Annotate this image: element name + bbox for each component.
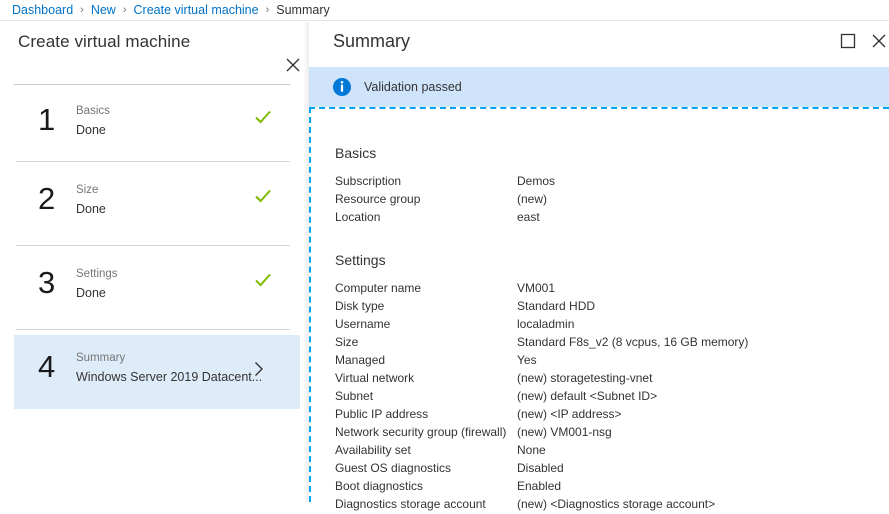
step-label: Summary <box>76 352 125 364</box>
step-status: Windows Server 2019 Datacent... <box>76 370 262 384</box>
create-vm-blade: Create virtual machine 1 Basics Done 2 Size D… <box>0 22 308 502</box>
breadcrumb-separator: › <box>80 4 84 16</box>
info-icon <box>333 78 351 96</box>
row-value: VM001 <box>517 281 555 295</box>
wizard-step-basics[interactable]: 1 Basics Done <box>14 88 300 162</box>
page-title: Summary <box>333 31 410 52</box>
row-value: (new) storagetesting-vnet <box>517 371 652 385</box>
summary-row: Location east <box>335 210 880 227</box>
row-label: Diagnostics storage account <box>335 497 486 511</box>
row-value: (new) default <Subnet ID> <box>517 389 657 403</box>
row-label: Boot diagnostics <box>335 479 423 493</box>
check-icon <box>254 271 272 289</box>
row-value: Standard HDD <box>517 299 595 313</box>
breadcrumb-separator: › <box>266 4 270 16</box>
summary-row: Username localadmin <box>335 317 880 334</box>
section-heading-basics: Basics <box>335 145 376 161</box>
summary-row: Public IP address (new) <IP address> <box>335 407 880 424</box>
row-value: Standard F8s_v2 (8 vcpus, 16 GB memory) <box>517 335 748 349</box>
breadcrumb: Dashboard › New › Create virtual machine › Sum… <box>0 0 889 21</box>
summary-content: Basics Subscription Demos Resource group (ne… <box>309 107 889 502</box>
summary-row: Resource group (new) <box>335 192 880 209</box>
step-number: 3 <box>38 265 55 301</box>
breadcrumb-item-dashboard[interactable]: Dashboard <box>12 3 73 17</box>
summary-blade: Summary Validation passed Basics Subscrip… <box>309 22 889 502</box>
close-icon[interactable] <box>283 55 303 75</box>
row-value: Enabled <box>517 479 561 493</box>
row-value: (new) <box>517 192 547 206</box>
summary-row: Virtual network (new) storagetesting-vnet <box>335 371 880 388</box>
row-label: Username <box>335 317 390 331</box>
row-label: Subnet <box>335 389 373 403</box>
step-number: 1 <box>38 102 55 138</box>
step-status: Done <box>76 202 106 216</box>
row-value: None <box>517 443 546 457</box>
validation-banner: Validation passed <box>309 67 889 107</box>
row-value: Disabled <box>517 461 564 475</box>
row-label: Disk type <box>335 299 384 313</box>
step-label: Basics <box>76 105 110 117</box>
step-divider <box>16 161 290 162</box>
row-value: Yes <box>517 353 537 367</box>
breadcrumb-item-new[interactable]: New <box>91 3 116 17</box>
check-icon <box>254 108 272 126</box>
summary-row: Subnet (new) default <Subnet ID> <box>335 389 880 406</box>
close-icon[interactable] <box>869 31 889 51</box>
row-label: Public IP address <box>335 407 428 421</box>
row-label: Location <box>335 210 380 224</box>
check-icon <box>254 187 272 205</box>
row-value: (new) <IP address> <box>517 407 622 421</box>
chevron-right-icon <box>254 361 264 381</box>
row-label: Resource group <box>335 192 420 206</box>
row-value: (new) <Diagnostics storage account> <box>517 497 715 511</box>
breadcrumb-item-create-virtual-machine[interactable]: Create virtual machine <box>134 3 259 17</box>
step-number: 4 <box>38 349 55 385</box>
row-label: Managed <box>335 353 385 367</box>
summary-row: Subscription Demos <box>335 174 880 191</box>
step-divider <box>16 245 290 246</box>
breadcrumb-separator: › <box>123 4 127 16</box>
summary-row: Disk type Standard HDD <box>335 299 880 316</box>
summary-row: Diagnostics storage account (new) <Diagno… <box>335 497 880 514</box>
summary-row: Boot diagnostics Enabled <box>335 479 880 496</box>
step-status: Done <box>76 286 106 300</box>
blade-title: Create virtual machine <box>18 32 190 52</box>
step-number: 2 <box>38 181 55 217</box>
row-label: Virtual network <box>335 371 414 385</box>
row-value: (new) VM001-nsg <box>517 425 612 439</box>
wizard-step-settings[interactable]: 3 Settings Done <box>14 251 300 325</box>
step-status: Done <box>76 123 106 137</box>
step-divider <box>16 329 290 330</box>
header-divider <box>14 84 290 85</box>
row-value: Demos <box>517 174 555 188</box>
row-label: Computer name <box>335 281 421 295</box>
summary-row: Computer name VM001 <box>335 281 880 298</box>
summary-row: Size Standard F8s_v2 (8 vcpus, 16 GB memo… <box>335 335 880 352</box>
validation-message: Validation passed <box>364 80 462 94</box>
step-label: Size <box>76 184 98 196</box>
step-label: Settings <box>76 268 118 280</box>
wizard-step-summary[interactable]: 4 Summary Windows Server 2019 Datacent... <box>14 335 300 409</box>
row-value: east <box>517 210 540 224</box>
row-label: Availability set <box>335 443 411 457</box>
wizard-step-size[interactable]: 2 Size Done <box>14 167 300 241</box>
summary-row: Guest OS diagnostics Disabled <box>335 461 880 478</box>
summary-row: Managed Yes <box>335 353 880 370</box>
breadcrumb-item-summary: Summary <box>276 3 329 17</box>
maximize-icon[interactable] <box>840 33 856 49</box>
row-label: Size <box>335 335 358 349</box>
row-label: Network security group (firewall) <box>335 425 506 439</box>
row-label: Subscription <box>335 174 401 188</box>
summary-row: Availability set None <box>335 443 880 460</box>
section-heading-settings: Settings <box>335 252 386 268</box>
row-value: localadmin <box>517 317 574 331</box>
summary-row: Network security group (firewall) (new) V… <box>335 425 880 442</box>
row-label: Guest OS diagnostics <box>335 461 451 475</box>
